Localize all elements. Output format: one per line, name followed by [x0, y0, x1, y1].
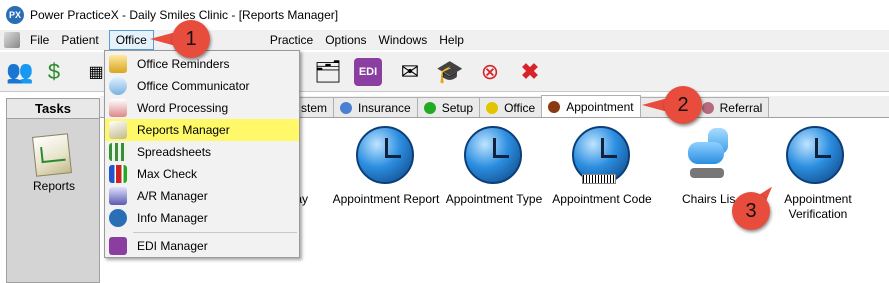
menu-separator — [133, 232, 297, 233]
reminders-icon — [109, 55, 127, 73]
tasks-header: Tasks — [7, 99, 99, 119]
menu-office[interactable]: Office — [108, 30, 154, 50]
appointment-report-button[interactable] — [356, 126, 416, 186]
callout-1: 1 — [150, 20, 220, 58]
clock-icon — [356, 126, 414, 184]
tab-label: stem — [301, 100, 328, 115]
menu-item-max-check[interactable]: Max Check — [105, 163, 299, 185]
tab-appointment[interactable]: Appointment — [541, 95, 641, 117]
spreadsheet-icon — [109, 143, 127, 161]
menu-item-info-manager[interactable]: Info Manager — [105, 207, 299, 229]
menu-windows[interactable]: Windows — [373, 30, 434, 50]
menu-practice[interactable]: Practice — [264, 30, 319, 50]
edi-icon — [109, 237, 127, 255]
barcode-icon — [582, 174, 616, 184]
menu-file[interactable]: File — [24, 30, 55, 50]
tab-insurance[interactable]: Insurance — [333, 97, 418, 117]
tab-label: Insurance — [358, 100, 411, 115]
menu-item-office-communicator[interactable]: Office Communicator — [105, 75, 299, 97]
menu-item-ar-manager[interactable]: A/R Manager — [105, 185, 299, 207]
info-icon — [109, 209, 127, 227]
system-menu-icon[interactable] — [4, 32, 20, 48]
appointment-verification-button[interactable] — [786, 126, 846, 186]
office-dropdown-menu: Office Reminders Office Communicator Wor… — [104, 50, 300, 258]
callout-number: 1 — [185, 27, 197, 50]
menu-item-edi-manager[interactable]: EDI Manager — [105, 235, 299, 257]
menu-item-word-processing[interactable]: Word Processing — [105, 97, 299, 119]
reports-label[interactable]: Reports — [7, 179, 101, 193]
tab-label: Appointment — [566, 99, 634, 114]
graduation-cap-icon[interactable]: 🎓 — [434, 56, 466, 88]
callout-number: 3 — [745, 199, 757, 222]
communicator-icon — [109, 77, 127, 95]
reports-icon[interactable] — [32, 133, 72, 177]
appointment-code-label[interactable]: Appointment Code — [542, 192, 662, 207]
tasks-pane: Tasks Reports — [6, 98, 100, 283]
app-logo-icon: PX — [6, 6, 24, 24]
menu-help[interactable]: Help — [433, 30, 470, 50]
menu-item-reports-manager[interactable]: Reports Manager — [105, 119, 299, 141]
tab-office[interactable]: Office — [479, 97, 543, 117]
money-icon[interactable]: $ — [38, 56, 70, 88]
callout-number: 2 — [677, 93, 689, 116]
appointment-report-label[interactable]: Appointment Report — [326, 192, 446, 207]
word-processing-icon — [109, 99, 127, 117]
menu-patient[interactable]: Patient — [55, 30, 104, 50]
tab-dot-icon — [340, 101, 353, 114]
clock-check-icon — [786, 126, 844, 184]
callout-2: 2 — [642, 86, 710, 124]
bar-chart-icon — [109, 165, 127, 183]
edi-icon[interactable]: EDI — [354, 58, 382, 86]
tab-dot-icon — [423, 101, 436, 114]
appointment-type-button[interactable] — [464, 126, 524, 186]
mail-icon[interactable]: ✉ — [394, 56, 426, 88]
appointment-type-label[interactable]: Appointment Type — [434, 192, 554, 207]
tab-system[interactable]: stem — [296, 97, 335, 117]
appointment-code-button[interactable] — [572, 126, 632, 186]
tab-setup[interactable]: Setup — [416, 97, 481, 117]
folder-icon[interactable]: 🗂 — [312, 56, 344, 88]
patients-icon[interactable]: 👥 — [4, 56, 36, 88]
cancel-circle-icon[interactable]: ⊗ — [474, 56, 506, 88]
tab-label: Referral — [719, 100, 763, 115]
chair-icon[interactable] — [682, 128, 736, 184]
menu-bar: File Patient Office Practice Options Win… — [0, 30, 889, 50]
title-bar: PX Power PracticeX - Daily Smiles Clinic… — [0, 0, 889, 30]
tab-label: Office — [504, 100, 536, 115]
close-x-icon[interactable]: ✖ — [514, 56, 546, 88]
menu-item-spreadsheets[interactable]: Spreadsheets — [105, 141, 299, 163]
reports-manager-icon — [109, 121, 127, 139]
menu-options[interactable]: Options — [319, 30, 372, 50]
tab-dot-icon — [548, 100, 561, 113]
tab-label: Setup — [441, 100, 474, 115]
tab-dot-icon — [486, 101, 499, 114]
callout-3: 3 — [732, 182, 792, 230]
clock-info-icon — [464, 126, 522, 184]
ar-manager-icon — [109, 187, 127, 205]
